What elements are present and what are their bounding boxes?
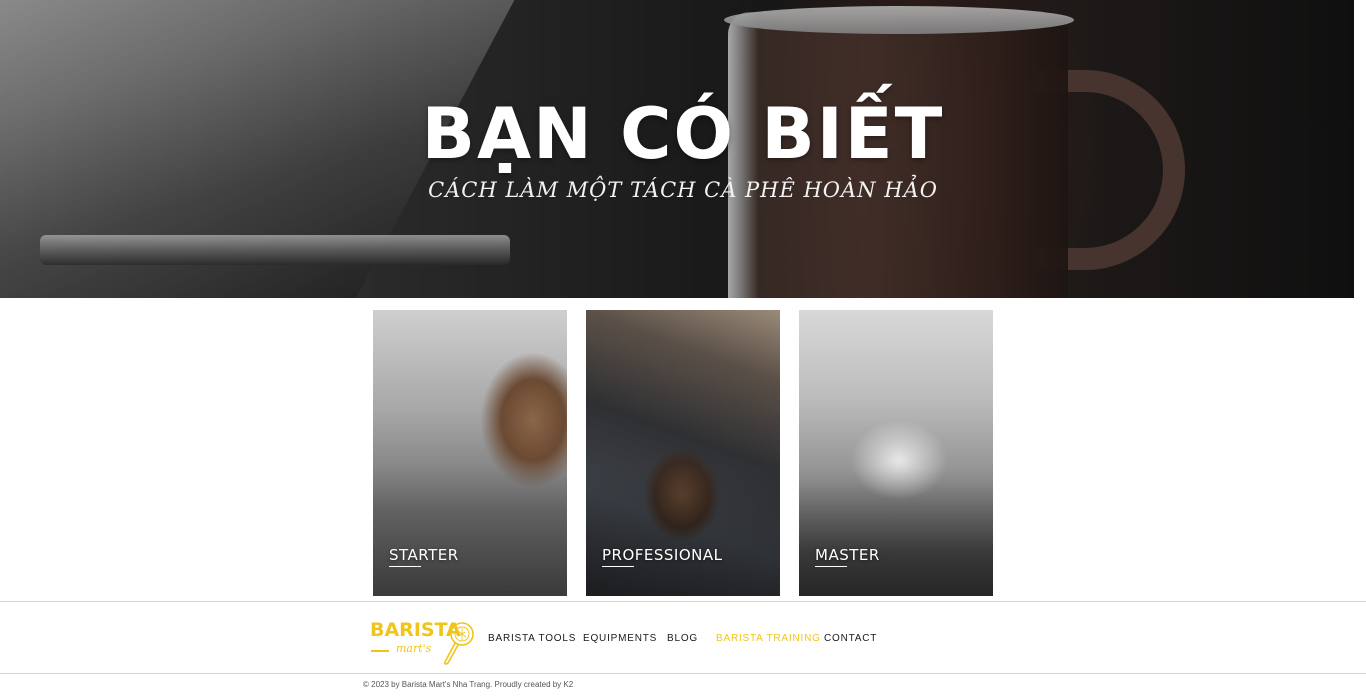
barista-mart-logo[interactable]: BARISTA mart's (370, 618, 475, 668)
nav-item-blog[interactable]: BLOG (667, 633, 698, 644)
footer-divider-top (0, 601, 1366, 602)
card-starter[interactable]: STARTER (373, 310, 567, 596)
hero-title: BẠN CÓ BIẾT (421, 93, 945, 175)
copyright-text: © 2023 by Barista Mart's Nha Trang. Prou… (363, 680, 574, 689)
page: BẠN CÓ BIẾT CÁCH LÀM MỘT TÁCH CÀ PHÊ HOÀ… (0, 0, 1366, 697)
card-master[interactable]: MASTER (799, 310, 993, 596)
card-underline (815, 566, 847, 567)
card-underline (602, 566, 634, 567)
hero-subtitle: CÁCH LÀM MỘT TÁCH CÀ PHÊ HOÀN HẢO (428, 178, 938, 202)
card-professional[interactable]: PROFESSIONAL (586, 310, 780, 596)
nav-item-barista-training[interactable]: BARISTA TRAINING (716, 633, 821, 644)
portafilter-icon (443, 622, 474, 665)
nav-item-equipments[interactable]: EQUIPMENTS (583, 633, 657, 644)
logo-dash (371, 650, 389, 652)
footer-divider-bottom (0, 673, 1366, 674)
card-label: STARTER (389, 546, 459, 564)
card-label: MASTER (815, 546, 880, 564)
logo-subtext: mart's (396, 642, 432, 655)
nav-item-barista-tools[interactable]: BARISTA TOOLS (488, 633, 576, 644)
card-label: PROFESSIONAL (602, 546, 723, 564)
card-underline (389, 566, 421, 567)
nav-item-contact[interactable]: CONTACT (824, 633, 877, 644)
